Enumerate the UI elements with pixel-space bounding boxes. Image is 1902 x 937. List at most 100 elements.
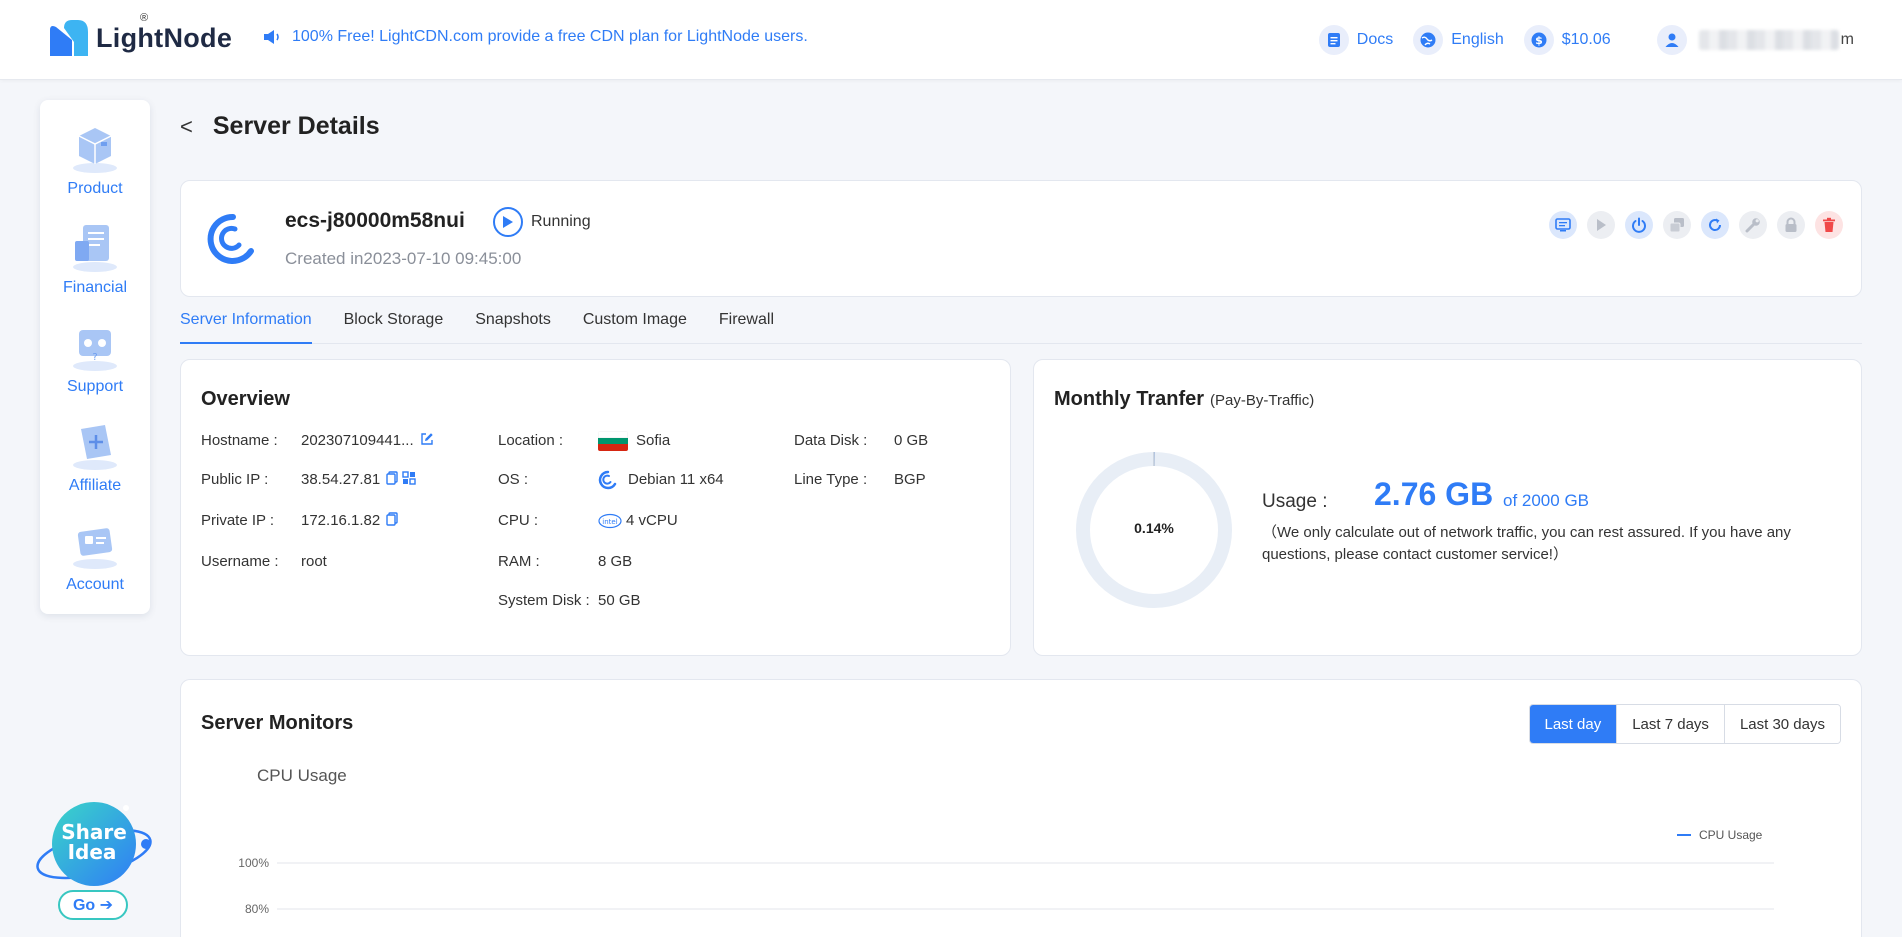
svg-text:$: $	[1535, 34, 1543, 47]
running-play-icon	[493, 207, 523, 237]
y-tick-label: 100%	[238, 856, 269, 870]
page-title: Server Details	[212, 112, 380, 140]
sidebar-item-label: Support	[66, 378, 124, 395]
back-icon[interactable]: <	[180, 114, 193, 140]
announcement-banner[interactable]: 100% Free! LightCDN.com provide a free C…	[262, 28, 808, 46]
sidebar-item-product[interactable]: Product	[40, 122, 150, 198]
delete-icon[interactable]	[1815, 211, 1843, 239]
tab-server-information[interactable]: Server Information	[180, 308, 312, 344]
power-icon[interactable]	[1625, 211, 1653, 239]
ram-value: 8 GB	[598, 553, 633, 570]
public-ip-value-wrap: 38.54.27.81	[301, 470, 416, 489]
system-disk-value: 50 GB	[598, 592, 641, 609]
debian-logo-icon	[205, 211, 261, 267]
username-tail: m	[1840, 31, 1854, 48]
svg-text:intel: intel	[602, 518, 617, 526]
sidebar-item-account[interactable]: Account	[40, 518, 150, 594]
tab-block-storage[interactable]: Block Storage	[344, 308, 444, 344]
docs-link[interactable]: Docs	[1318, 25, 1394, 55]
intel-icon: intel	[598, 513, 622, 529]
sidebar-item-financial[interactable]: Financial	[40, 221, 150, 297]
os-row: OS : Debian 11 x64	[498, 470, 724, 489]
edit-icon[interactable]	[420, 432, 434, 450]
system-disk-row: System Disk : 50 GB	[498, 592, 641, 609]
go-button[interactable]: Go ➔	[58, 890, 128, 920]
sidebar-item-label: Affiliate	[68, 477, 122, 494]
status-text: Running	[531, 213, 591, 230]
sidebar-item-support[interactable]: ? Support	[40, 320, 150, 396]
logo-text: LightNode	[96, 22, 233, 53]
line-type-key: Line Type :	[794, 471, 868, 488]
legend-label[interactable]: CPU Usage	[1699, 828, 1763, 842]
tab-snapshots[interactable]: Snapshots	[475, 308, 551, 344]
username-key: Username :	[201, 553, 279, 570]
balance-link[interactable]: $ $10.06	[1523, 25, 1611, 55]
ram-row: RAM : 8 GB	[498, 553, 632, 570]
wrench-icon[interactable]	[1739, 211, 1767, 239]
sidebar-item-affiliate[interactable]: Affiliate	[40, 419, 150, 495]
language-selector[interactable]: English	[1413, 25, 1504, 55]
copy-icon[interactable]	[386, 511, 398, 530]
os-value-wrap: Debian 11 x64	[598, 470, 724, 490]
username-row: Username : root	[201, 553, 327, 570]
logo-mark-icon	[48, 18, 90, 58]
public-ip-row: Public IP : 38.54.27.81	[201, 470, 416, 488]
cpu-value-wrap: intel 4 vCPU	[598, 512, 678, 529]
announcement-text: 100% Free! LightCDN.com provide a free C…	[292, 28, 808, 45]
usage-value: 2.76 GB	[1374, 476, 1494, 512]
share-idea-badge[interactable]: Share Idea	[34, 796, 156, 892]
top-header: LightNode ® 100% Free! LightCDN.com prov…	[0, 0, 1902, 80]
data-disk-row: Data Disk : 0 GB	[794, 432, 928, 449]
tab-custom-image[interactable]: Custom Image	[583, 308, 687, 344]
server-summary-card: ecs-j80000m58nui Running Created in2023-…	[180, 180, 1862, 297]
start-icon[interactable]	[1587, 211, 1615, 239]
sidebar-item-label: Product	[67, 180, 123, 197]
lock-icon[interactable]	[1777, 211, 1805, 239]
data-disk-value: 0 GB	[894, 432, 929, 449]
usage-percent: 0.14%	[1134, 520, 1174, 536]
sidebar-item-label: Financial	[62, 279, 128, 296]
globe-icon	[1413, 25, 1444, 55]
copy-icon[interactable]	[386, 470, 398, 489]
cpu-row: CPU : intel 4 vCPU	[498, 512, 678, 529]
cpu-key: CPU :	[498, 512, 539, 529]
overview-card: Overview Hostname : 202307109441... Publ…	[180, 359, 1011, 656]
os-value: Debian 11 x64	[628, 471, 724, 488]
user-avatar-icon	[1656, 25, 1687, 55]
private-ip-value: 172.16.1.82	[301, 512, 381, 529]
financial-icon	[67, 221, 123, 273]
console-icon[interactable]	[1549, 211, 1577, 239]
system-disk-key: System Disk :	[498, 592, 590, 609]
megaphone-icon	[264, 30, 279, 44]
monthly-subtitle: (Pay-By-Traffic)	[1210, 392, 1315, 409]
server-status: Running	[493, 207, 591, 237]
range-last-day-button[interactable]: Last day	[1529, 705, 1617, 743]
range-last-30-days-button[interactable]: Last 30 days	[1723, 705, 1840, 743]
usage-note: （We only calculate out of network traffi…	[1262, 524, 1791, 563]
clone-icon[interactable]	[1663, 211, 1691, 239]
range-last-7-days-button[interactable]: Last 7 days	[1616, 705, 1724, 743]
bulgaria-flag-icon	[598, 430, 628, 451]
private-ip-value-wrap: 172.16.1.82	[301, 511, 398, 530]
user-menu[interactable]: m	[1656, 25, 1854, 55]
location-value-wrap: Sofia	[598, 430, 671, 451]
lightnode-logo[interactable]: LightNode ®	[48, 12, 233, 58]
location-value: Sofia	[636, 432, 671, 449]
location-row: Location : Sofia	[498, 430, 670, 451]
overview-title: Overview	[201, 388, 290, 410]
restart-icon[interactable]	[1701, 211, 1729, 239]
qrcode-icon[interactable]	[402, 470, 416, 489]
time-range-selector: Last day Last 7 days Last 30 days	[1528, 704, 1841, 744]
docs-label: Docs	[1356, 31, 1394, 48]
usage-label: Usage :	[1262, 491, 1328, 512]
y-tick-label: 80%	[245, 902, 269, 916]
hostname-row: Hostname : 202307109441...	[201, 432, 433, 449]
tab-firewall[interactable]: Firewall	[719, 308, 774, 344]
document-icon	[1318, 25, 1349, 55]
monthly-title-text: Monthly Tranfer	[1054, 388, 1205, 410]
page-header: < Server Details	[180, 112, 380, 141]
public-ip-value: 38.54.27.81	[301, 471, 381, 488]
server-monitors-card: Server Monitors Last day Last 7 days Las…	[180, 679, 1862, 937]
svg-text:?: ?	[92, 352, 97, 363]
ram-key: RAM :	[498, 553, 540, 570]
